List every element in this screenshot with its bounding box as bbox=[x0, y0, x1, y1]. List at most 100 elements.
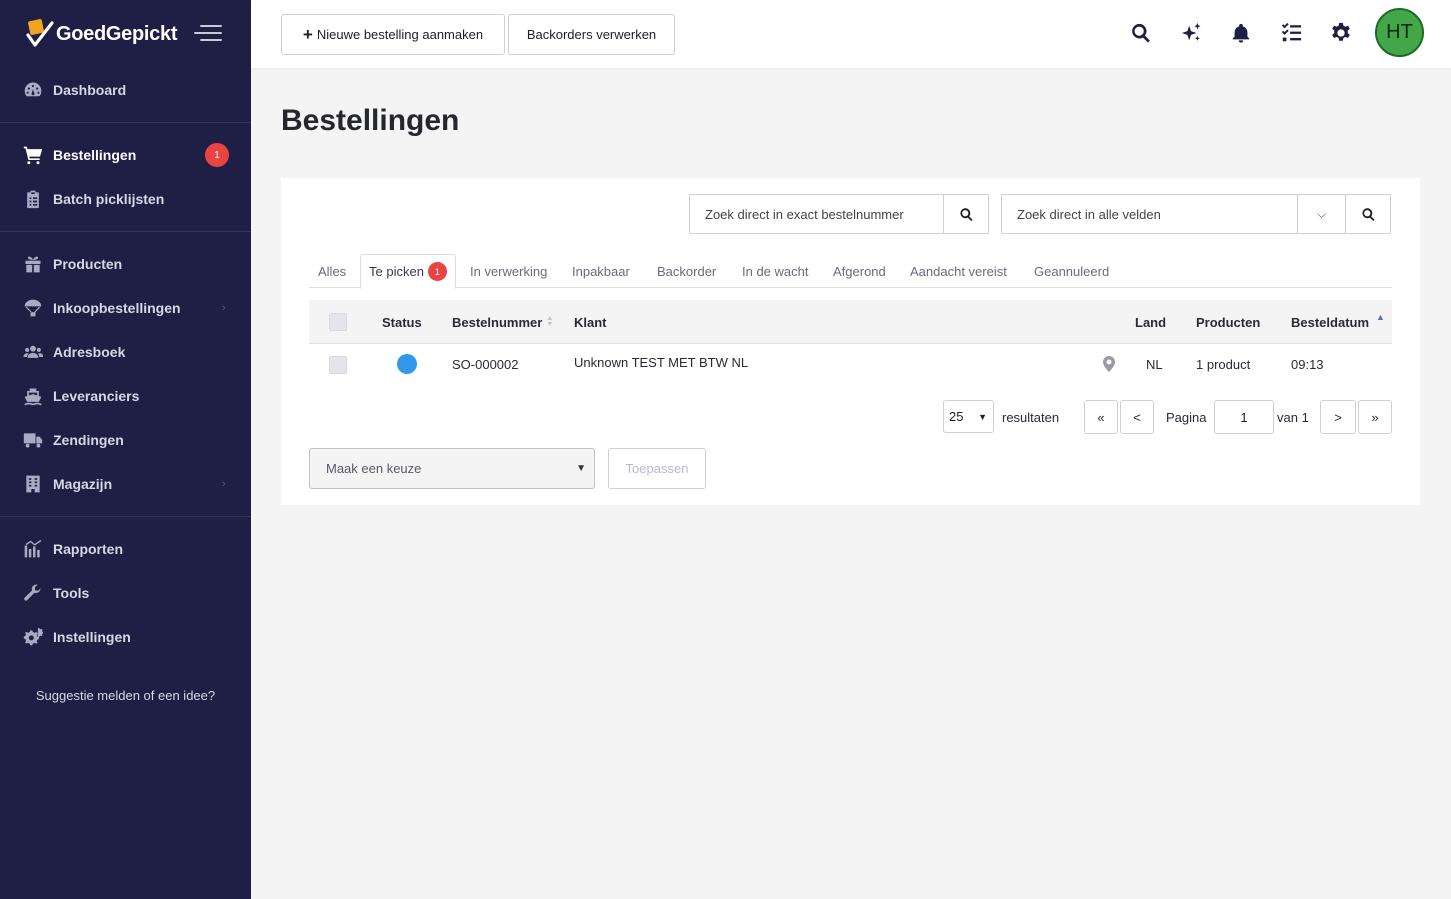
plus-icon: + bbox=[302, 24, 313, 44]
gear-icon[interactable] bbox=[1329, 21, 1353, 45]
orders-count-badge: 1 bbox=[205, 143, 229, 167]
page-total-label: van 1 bbox=[1277, 409, 1309, 425]
backorders-button[interactable]: Backorders verwerken bbox=[508, 14, 675, 55]
table-header: Status Bestelnummer ▲ ▼ Klant Land Produc… bbox=[309, 300, 1392, 344]
column-order-number[interactable]: Bestelnummer ▲ ▼ bbox=[452, 300, 553, 344]
sidebar-item-inkoopbestellingen[interactable]: Inkoopbestellingen › bbox=[0, 286, 251, 330]
sparkle-icon[interactable] bbox=[1179, 21, 1203, 45]
users-icon bbox=[22, 341, 44, 363]
sidebar-item-tools[interactable]: Tools bbox=[0, 571, 251, 615]
tab-in-verwerking[interactable]: In verwerking bbox=[470, 254, 547, 288]
sidebar-item-label: Inkoopbestellingen bbox=[53, 300, 181, 316]
bell-icon[interactable] bbox=[1229, 21, 1253, 45]
nav-group-2: Bestellingen 1 Batch picklijsten bbox=[0, 123, 251, 232]
table-row[interactable]: SO-000002 Unknown TEST MET BTW NL NL 1 p… bbox=[309, 344, 1392, 386]
exact-search: Zoek direct in exact bestelnummer bbox=[689, 194, 989, 234]
wrench-icon bbox=[22, 582, 44, 604]
cart-icon bbox=[22, 144, 44, 166]
column-customer[interactable]: Klant bbox=[574, 300, 607, 344]
per-page-select[interactable]: 25 ▼ bbox=[943, 400, 994, 433]
logo-icon bbox=[26, 19, 54, 49]
order-date: 09:13 bbox=[1291, 356, 1324, 372]
logo-text: GoedGepickt bbox=[56, 22, 178, 45]
prev-page-button[interactable]: < bbox=[1120, 400, 1154, 434]
all-fields-search: Zoek direct in alle velden ⌵ bbox=[1001, 194, 1391, 234]
tab-alles[interactable]: Alles bbox=[318, 254, 346, 288]
new-order-label: Nieuwe bestelling aanmaken bbox=[316, 27, 484, 42]
tab-afgerond[interactable]: Afgerond bbox=[833, 254, 886, 288]
sidebar-item-magazijn[interactable]: Magazijn › bbox=[0, 462, 251, 506]
sidebar-item-label: Tools bbox=[53, 585, 90, 601]
row-checkbox[interactable] bbox=[329, 356, 347, 374]
last-page-button[interactable]: » bbox=[1358, 400, 1392, 434]
sidebar-item-rapporten[interactable]: Rapporten bbox=[0, 527, 251, 571]
tab-backorder[interactable]: Backorder bbox=[657, 254, 716, 288]
next-page-button[interactable]: > bbox=[1320, 400, 1356, 434]
truck-icon bbox=[22, 429, 44, 451]
gears-icon bbox=[22, 626, 44, 648]
column-status[interactable]: Status bbox=[382, 300, 422, 344]
nav-group-1: Dashboard bbox=[0, 68, 251, 123]
column-order-date[interactable]: Besteldatum bbox=[1291, 300, 1369, 344]
sidebar-item-bestellingen[interactable]: Bestellingen 1 bbox=[0, 133, 251, 177]
sidebar-item-producten[interactable]: Producten bbox=[0, 242, 251, 286]
column-country[interactable]: Land bbox=[1135, 300, 1166, 344]
clipboard-icon bbox=[22, 188, 44, 210]
per-page-value: 25 bbox=[949, 409, 964, 424]
status-indicator bbox=[397, 354, 417, 374]
column-label: Bestelnummer bbox=[452, 314, 543, 330]
ship-icon bbox=[22, 385, 44, 407]
building-icon bbox=[22, 473, 44, 495]
bulk-action-select[interactable]: Maak een keuze ▼ bbox=[309, 448, 595, 489]
tasklist-icon[interactable] bbox=[1279, 21, 1303, 45]
avatar[interactable]: HT bbox=[1375, 8, 1424, 57]
search-icon[interactable] bbox=[1129, 21, 1153, 45]
sidebar-item-label: Batch picklijsten bbox=[53, 191, 165, 207]
sidebar-item-instellingen[interactable]: Instellingen bbox=[0, 615, 251, 659]
all-fields-search-input[interactable]: Zoek direct in alle velden bbox=[1001, 194, 1297, 234]
column-products[interactable]: Producten bbox=[1196, 300, 1260, 344]
logo-row: GoedGepickt bbox=[0, 0, 251, 68]
sidebar-item-leveranciers[interactable]: Leveranciers bbox=[0, 374, 251, 418]
sidebar-item-adresboek[interactable]: Adresboek bbox=[0, 330, 251, 374]
sidebar-item-label: Dashboard bbox=[53, 82, 127, 98]
tab-inpakbaar[interactable]: Inpakbaar bbox=[572, 254, 630, 288]
tab-te-picken[interactable]: Te picken 1 bbox=[360, 254, 456, 289]
dashboard-icon bbox=[22, 79, 44, 101]
chevron-down-icon: ▼ bbox=[576, 463, 586, 474]
logo[interactable]: GoedGepickt bbox=[26, 19, 177, 49]
sidebar-item-label: Bestellingen bbox=[53, 147, 137, 163]
all-fields-search-button[interactable] bbox=[1345, 194, 1391, 234]
order-number[interactable]: SO-000002 bbox=[452, 344, 519, 384]
sidebar-item-zendingen[interactable]: Zendingen bbox=[0, 418, 251, 462]
tab-geannuleerd[interactable]: Geannuleerd bbox=[1034, 254, 1109, 288]
bulk-action-value: Maak een keuze bbox=[326, 461, 422, 476]
sidebar: GoedGepickt Dashboard Bestellingen 1 Bat… bbox=[0, 0, 251, 899]
exact-search-input[interactable]: Zoek direct in exact bestelnummer bbox=[689, 194, 943, 234]
select-all-checkbox[interactable] bbox=[329, 313, 347, 331]
backorders-label: Backorders verwerken bbox=[526, 27, 657, 42]
topbar: + Nieuwe bestelling aanmaken Backorders … bbox=[251, 0, 1451, 68]
sidebar-item-label: Adresboek bbox=[53, 344, 126, 360]
sidebar-item-dashboard[interactable]: Dashboard bbox=[0, 68, 251, 112]
tab-in-de-wacht[interactable]: In de wacht bbox=[742, 254, 809, 288]
nav-group-4: Rapporten Tools Instellingen bbox=[0, 517, 251, 659]
chevron-right-icon: › bbox=[222, 478, 226, 490]
page-number-input[interactable]: 1 bbox=[1214, 400, 1274, 434]
sidebar-item-label: Magazijn bbox=[53, 476, 113, 492]
search-icon bbox=[959, 207, 973, 221]
suggestion-link[interactable]: Suggestie melden of een idee? bbox=[0, 688, 251, 703]
first-page-button[interactable]: « bbox=[1084, 400, 1118, 434]
search-field-dropdown[interactable]: ⌵ bbox=[1297, 194, 1345, 234]
sidebar-item-label: Producten bbox=[53, 256, 123, 272]
exact-search-button[interactable] bbox=[943, 194, 989, 234]
new-order-button[interactable]: + Nieuwe bestelling aanmaken bbox=[281, 14, 505, 55]
chart-icon bbox=[22, 538, 44, 560]
page-title: Bestellingen bbox=[281, 104, 460, 137]
location-pin-icon[interactable] bbox=[1103, 356, 1115, 372]
menu-toggle-icon[interactable] bbox=[194, 25, 222, 43]
gift-icon bbox=[22, 253, 44, 275]
apply-button[interactable]: Toepassen bbox=[608, 448, 706, 489]
sidebar-item-batch-picklijsten[interactable]: Batch picklijsten bbox=[0, 177, 251, 221]
tab-aandacht-vereist[interactable]: Aandacht vereist bbox=[910, 254, 1007, 288]
